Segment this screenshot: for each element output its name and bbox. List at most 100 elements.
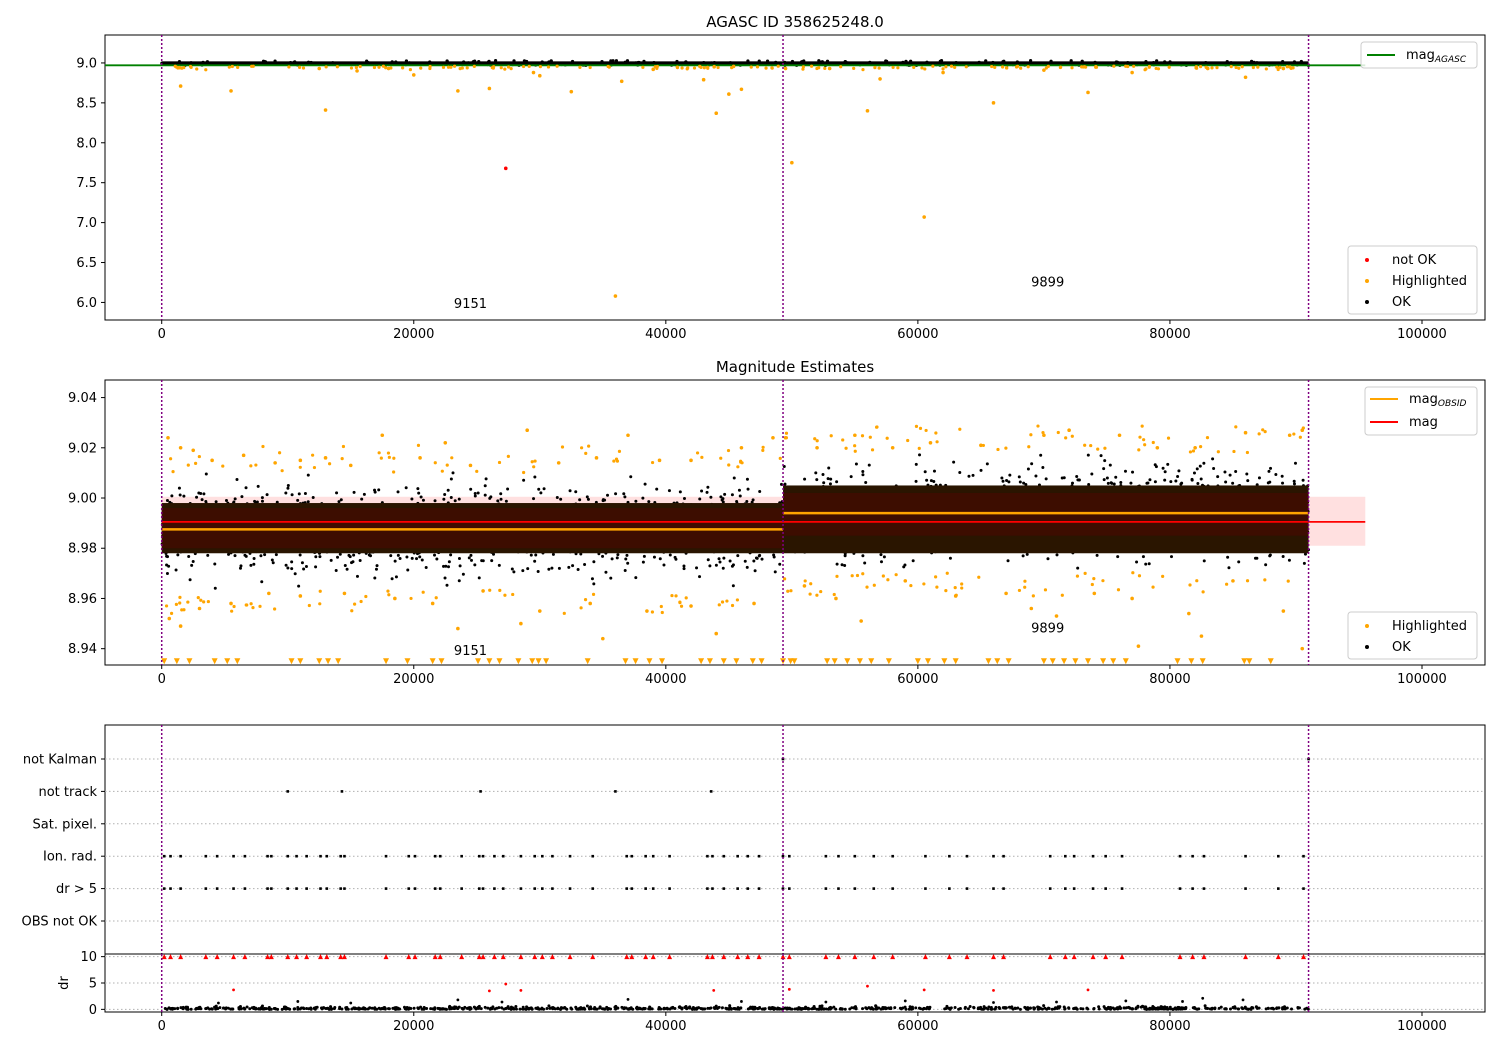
ok-point	[477, 576, 481, 580]
ok-point	[358, 559, 362, 563]
highlighted-point	[1231, 579, 1235, 583]
clipped-low-marker	[1085, 658, 1092, 665]
ok-point	[1228, 473, 1232, 477]
ok-point	[1274, 472, 1278, 476]
dr-point	[1281, 1006, 1285, 1010]
dr-point	[518, 1007, 522, 1011]
highlighted-point	[702, 66, 706, 70]
ok-point	[641, 560, 645, 564]
ok-point	[365, 59, 369, 63]
ok-point	[510, 567, 514, 571]
ok-point	[176, 553, 180, 557]
dr-point	[751, 1007, 755, 1011]
highlighted-point	[761, 448, 765, 452]
ok-point	[1168, 60, 1172, 64]
highlighted-point	[408, 68, 412, 72]
highlighted-point	[323, 108, 328, 112]
legend-label-ok: OK	[1392, 295, 1411, 310]
highlighted-point	[991, 101, 996, 105]
ok-point	[815, 478, 819, 482]
highlighted-point	[706, 65, 710, 69]
flag-marker	[1202, 887, 1206, 890]
highlighted-point	[419, 66, 423, 70]
highlighted-point	[556, 461, 561, 465]
highlighted-point	[411, 73, 416, 77]
dr-point	[556, 1007, 560, 1011]
highlighted-point	[894, 573, 898, 577]
dr-point	[749, 1005, 753, 1009]
dr-point	[884, 1007, 888, 1011]
ok-point	[728, 559, 732, 563]
highlighted-point	[1042, 68, 1046, 72]
ok-point	[1000, 476, 1004, 480]
ok-point	[601, 498, 605, 502]
clipped-low-marker	[791, 658, 798, 665]
ok-point	[476, 491, 480, 495]
x-tick-label: 80000	[1149, 327, 1190, 342]
highlighted-point	[531, 70, 536, 75]
ok-point	[624, 557, 628, 561]
highlighted-point	[770, 66, 774, 70]
ok-point	[1002, 59, 1006, 63]
ok-point	[1212, 466, 1216, 470]
highlighted-point	[355, 69, 359, 73]
dr-high-point	[487, 989, 491, 993]
ok-point	[967, 474, 971, 478]
ok-point	[314, 555, 318, 559]
dr-point	[549, 1006, 553, 1010]
dr-point	[648, 1007, 652, 1011]
ok-point	[534, 553, 538, 557]
flag-marker	[433, 887, 437, 890]
flag-marker	[872, 854, 876, 858]
dr-point	[963, 1005, 967, 1009]
dr-point	[301, 1006, 305, 1010]
highlighted-point	[675, 65, 680, 70]
highlighted-point	[298, 458, 303, 463]
highlighted-point	[935, 585, 939, 589]
highlighted-point	[841, 438, 845, 442]
ok-point	[263, 553, 267, 557]
clipped-low-marker	[224, 658, 231, 665]
dr-point	[1271, 1006, 1275, 1010]
highlighted-point	[1130, 596, 1134, 601]
flag-marker	[179, 887, 182, 890]
legend-mag-lines: magOBSID mag	[1364, 386, 1478, 436]
clipped-low-marker	[1267, 658, 1274, 665]
dr-point	[448, 1004, 452, 1008]
ok-point	[674, 557, 678, 561]
dr-point	[457, 1005, 461, 1009]
highlighted-point	[446, 65, 451, 69]
dr-point	[1125, 1006, 1129, 1010]
ok-point	[306, 500, 310, 504]
highlighted-point	[194, 461, 198, 465]
ok-point	[590, 577, 594, 581]
ok-point	[240, 495, 244, 499]
legend-dot-ok	[1365, 300, 1369, 304]
highlighted-point	[171, 470, 175, 474]
dr-point	[627, 1007, 631, 1011]
ok-point	[286, 566, 290, 570]
ok-point	[1163, 470, 1167, 474]
ok-point	[642, 554, 646, 558]
dr-point	[827, 1006, 831, 1010]
ok-point	[303, 492, 307, 496]
y-tick-label: 7.0	[76, 216, 97, 231]
ok-point	[1163, 478, 1167, 482]
highlighted-point	[456, 89, 460, 93]
ok-point	[497, 563, 501, 567]
highlighted-point	[1188, 583, 1192, 587]
ok-point	[263, 60, 267, 64]
dr-point	[547, 1004, 551, 1008]
dr-clipped-marker	[168, 954, 174, 960]
highlighted-point	[167, 616, 172, 621]
dr-point	[785, 1007, 789, 1011]
ok-point	[446, 488, 450, 492]
dr-clipped-marker	[990, 954, 996, 960]
x-tick-label: 0	[158, 1019, 166, 1034]
highlighted-point	[532, 465, 536, 469]
flag-marker	[1064, 854, 1067, 858]
highlighted-point	[996, 447, 1000, 452]
flag-marker	[343, 887, 346, 890]
clipped-low-marker	[622, 658, 629, 665]
flag-marker	[169, 854, 172, 858]
